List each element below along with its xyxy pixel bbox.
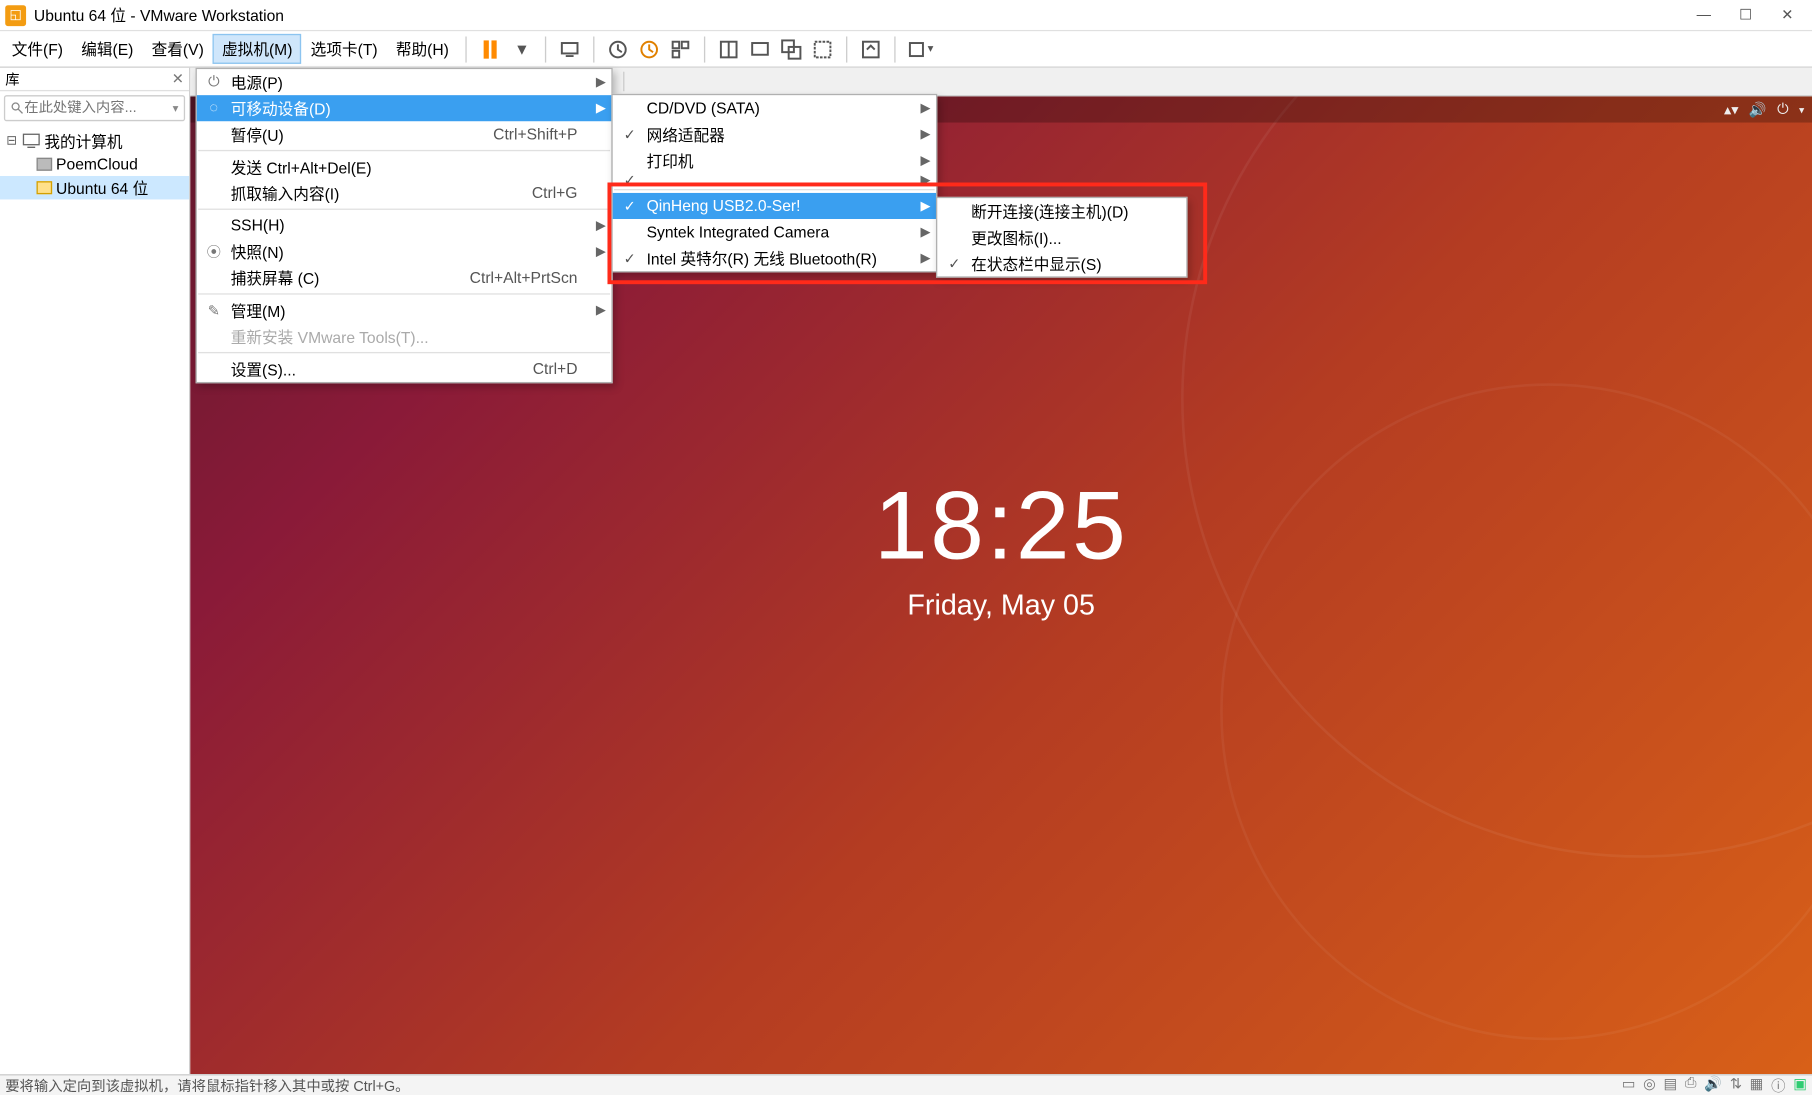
sb-monitor-icon[interactable]: ▭ (1622, 1075, 1636, 1096)
stretch-button[interactable]: ▾ (904, 33, 935, 64)
sb-printer-icon[interactable]: ⎙ (1685, 1075, 1696, 1096)
menu-file[interactable]: 文件(F) (3, 34, 73, 64)
app-icon: ◱ (5, 5, 26, 26)
tree-item-poemcloud[interactable]: PoemCloud (0, 153, 189, 176)
menu-item[interactable]: 捕获屏幕 (C)Ctrl+Alt+PrtScn (197, 265, 612, 291)
sb-hdd-icon[interactable]: ▤ (1663, 1075, 1677, 1096)
menu-item[interactable]: ✓QinHeng USB2.0-Ser!▶ (613, 193, 936, 219)
usb-device-submenu: 断开连接(连接主机)(D)更改图标(I)...✓在状态栏中显示(S) (936, 197, 1188, 278)
play-dropdown-icon[interactable]: ▾ (506, 33, 537, 64)
view-console-button[interactable] (745, 33, 776, 64)
topbar-dropdown-icon[interactable]: ▾ (1799, 104, 1804, 116)
search-dropdown-icon[interactable]: ▾ (173, 101, 179, 115)
menu-item[interactable]: ✎管理(M)▶ (197, 297, 612, 323)
minimize-button[interactable]: — (1684, 2, 1723, 28)
vm-menu: ⏻电源(P)▶◌可移动设备(D)▶暂停(U)Ctrl+Shift+P 发送 Ctr… (196, 68, 613, 383)
statusbar-icons: ▭ ◎ ▤ ⎙ 🔊 ⇅ ▦ ⓘ ▣ (1622, 1075, 1807, 1096)
sb-info-icon[interactable]: ⓘ (1771, 1075, 1785, 1096)
snapshot-button[interactable] (603, 33, 634, 64)
menu-tabs[interactable]: 选项卡(T) (302, 34, 387, 64)
menu-item[interactable]: SSH(H)▶ (197, 212, 612, 238)
menu-item[interactable]: 暂停(U)Ctrl+Shift+P (197, 121, 612, 147)
enter-fullscreen-button[interactable] (856, 33, 887, 64)
pause-vm-button[interactable] (475, 33, 506, 64)
view-fullscreen-button[interactable] (807, 33, 838, 64)
menubar: 文件(F) 编辑(E) 查看(V) 虚拟机(M) 选项卡(T) 帮助(H) ▾ … (0, 31, 1812, 68)
maximize-button[interactable]: ☐ (1726, 2, 1765, 28)
network-icon[interactable]: ▴▾ (1724, 101, 1738, 118)
menu-item[interactable]: 断开连接(连接主机)(D) (937, 198, 1186, 224)
sb-chip-icon[interactable]: ▦ (1750, 1075, 1764, 1096)
sb-usb-icon[interactable]: ⇅ (1730, 1075, 1742, 1096)
menu-item[interactable]: 打印机▶ (613, 147, 936, 173)
statusbar-text: 要将输入定向到该虚拟机，请将鼠标指针移入其中或按 Ctrl+G。 (5, 1075, 409, 1096)
search-input[interactable] (24, 100, 172, 116)
window-title: Ubuntu 64 位 - VMware Workstation (34, 4, 284, 26)
close-button[interactable]: ✕ (1768, 2, 1807, 28)
tree-item-label: PoemCloud (56, 155, 138, 173)
tree-item-label: Ubuntu 64 位 (56, 177, 148, 199)
vm-icon (37, 181, 53, 194)
lock-date: Friday, May 05 (874, 589, 1128, 623)
snapshot-revert-button[interactable] (634, 33, 665, 64)
sb-disc-icon[interactable]: ◎ (1643, 1075, 1656, 1096)
menu-item[interactable]: ✓Intel 英特尔(R) 无线 Bluetooth(R)▶ (613, 245, 936, 271)
lock-time: 18:25 (874, 470, 1128, 581)
view-single-button[interactable] (713, 33, 744, 64)
snapshot-manager-button[interactable] (665, 33, 696, 64)
computer-icon (22, 133, 40, 149)
vm-icon (37, 158, 53, 171)
sb-screen-icon[interactable]: ▣ (1793, 1075, 1807, 1096)
volume-icon[interactable]: 🔊 (1749, 101, 1767, 118)
sidebar-close-icon[interactable]: ✕ (172, 70, 184, 87)
menu-item[interactable]: ✓网络适配器▶ (613, 121, 936, 147)
menu-item[interactable]: 发送 Ctrl+Alt+Del(E) (197, 154, 612, 180)
menu-item[interactable]: ✓在状态栏中显示(S) (937, 250, 1186, 276)
menu-item[interactable]: 设置(S)...Ctrl+D (197, 356, 612, 382)
sb-sound-icon[interactable]: 🔊 (1704, 1075, 1722, 1096)
menu-edit[interactable]: 编辑(E) (72, 34, 142, 64)
menu-view[interactable]: 查看(V) (143, 34, 213, 64)
menu-vm[interactable]: 虚拟机(M) (213, 34, 302, 64)
send-cad-button[interactable] (554, 33, 585, 64)
menu-item[interactable]: CD/DVD (SATA)▶ (613, 95, 936, 121)
tree-item-ubuntu[interactable]: Ubuntu 64 位 (0, 176, 189, 199)
tree-root-label: 我的计算机 (44, 130, 122, 152)
menu-item[interactable]: ⦿快照(N)▶ (197, 239, 612, 265)
view-unity-button[interactable] (776, 33, 807, 64)
search-icon (10, 100, 24, 116)
sidebar: 库 ✕ ▾ ⊟ 我的计算机 PoemCloud (0, 68, 190, 1074)
sidebar-title: 库 (5, 68, 19, 89)
menu-item[interactable]: ◌可移动设备(D)▶ (197, 95, 612, 121)
statusbar: 要将输入定向到该虚拟机，请将鼠标指针移入其中或按 Ctrl+G。 ▭ ◎ ▤ ⎙… (0, 1074, 1812, 1095)
titlebar: ◱ Ubuntu 64 位 - VMware Workstation — ☐ ✕ (0, 0, 1812, 31)
menu-help[interactable]: 帮助(H) (387, 34, 458, 64)
menu-item[interactable]: 重新安装 VMware Tools(T)... (197, 323, 612, 349)
power-icon[interactable]: ⏻ (1777, 101, 1788, 118)
tree-root[interactable]: ⊟ 我的计算机 (0, 129, 189, 152)
menu-item[interactable]: ✓▶ (613, 173, 936, 186)
removable-devices-submenu: CD/DVD (SATA)▶✓网络适配器▶打印机▶✓▶ ✓QinHeng USB2… (611, 94, 937, 273)
menu-item[interactable]: 更改图标(I)... (937, 224, 1186, 250)
menu-item[interactable]: Syntek Integrated Camera▶ (613, 219, 936, 245)
menu-item[interactable]: 抓取输入内容(I)Ctrl+G (197, 180, 612, 206)
sidebar-search[interactable]: ▾ (4, 95, 185, 121)
menu-item[interactable]: ⏻电源(P)▶ (197, 69, 612, 95)
